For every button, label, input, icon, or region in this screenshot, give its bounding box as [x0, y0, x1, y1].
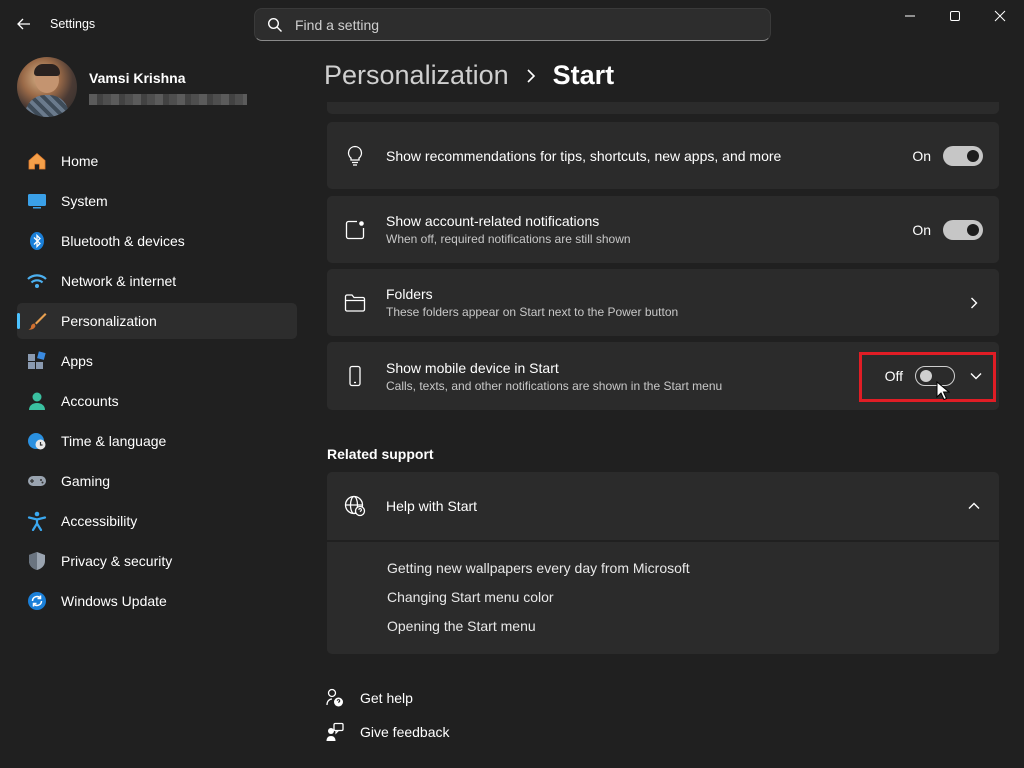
setting-title: Show account-related notifications — [386, 213, 600, 229]
sidebar-item-label: Gaming — [61, 473, 111, 489]
sidebar-item-network[interactable]: Network & internet — [17, 263, 297, 299]
sidebar-item-bluetooth[interactable]: Bluetooth & devices — [17, 223, 297, 259]
sidebar-item-label: Apps — [61, 353, 93, 369]
shield-icon — [27, 551, 47, 571]
sidebar-item-accessibility[interactable]: Accessibility — [17, 503, 297, 539]
help-links-panel: Getting new wallpapers every day from Mi… — [327, 542, 999, 654]
avatar — [17, 57, 77, 117]
sidebar-item-gaming[interactable]: Gaming — [17, 463, 297, 499]
sidebar-item-label: Accessibility — [61, 513, 138, 529]
page-title: Start — [552, 60, 615, 90]
accessibility-icon — [27, 511, 47, 531]
phone-icon — [344, 365, 366, 387]
setting-title: Show recommendations for tips, shortcuts… — [386, 147, 782, 164]
sidebar-item-time-language[interactable]: Time & language — [17, 423, 297, 459]
get-help-link[interactable]: Get help — [326, 688, 413, 708]
app-title: Settings — [50, 17, 96, 31]
recommendations-toggle[interactable] — [943, 145, 983, 166]
sidebar-item-label: Personalization — [61, 313, 157, 329]
section-title: Related support — [327, 446, 434, 462]
setting-description: These folders appear on Start next to th… — [386, 305, 679, 319]
setting-folders[interactable]: Folders These folders appear on Start ne… — [327, 269, 999, 336]
update-icon — [27, 591, 47, 611]
setting-description: When off, required notifications are sti… — [386, 232, 631, 246]
toggle-state-label: On — [912, 147, 931, 164]
globe-clock-icon — [27, 431, 47, 451]
folder-icon — [344, 292, 366, 314]
close-button[interactable] — [977, 0, 1023, 32]
apps-icon — [27, 351, 47, 371]
feedback-icon — [326, 722, 344, 741]
help-link[interactable]: Changing Start menu color — [387, 589, 999, 618]
lightbulb-icon — [344, 145, 366, 167]
give-feedback-label: Give feedback — [360, 724, 450, 740]
sidebar-item-label: Bluetooth & devices — [61, 233, 185, 249]
maximize-icon — [950, 11, 960, 21]
sidebar-item-system[interactable]: System — [17, 183, 297, 219]
setting-title: Folders — [386, 286, 433, 302]
wifi-icon — [27, 271, 47, 291]
mouse-cursor-icon — [936, 381, 950, 401]
globe-help-icon — [344, 495, 366, 517]
brush-icon — [27, 311, 47, 331]
back-arrow-icon — [17, 18, 30, 30]
notification-icon — [344, 219, 366, 241]
chevron-right-icon — [971, 297, 978, 308]
sidebar-item-apps[interactable]: Apps — [17, 343, 297, 379]
sidebar-item-label: Privacy & security — [61, 553, 173, 569]
breadcrumb-parent[interactable]: Personalization — [324, 60, 509, 91]
get-help-label: Get help — [360, 690, 413, 706]
person-icon — [27, 391, 47, 411]
chevron-up-icon — [968, 502, 980, 509]
sidebar-item-label: Accounts — [61, 393, 119, 409]
bluetooth-icon — [27, 231, 47, 251]
minimize-button[interactable] — [887, 0, 933, 32]
sidebar-item-label: System — [61, 193, 108, 209]
search-input[interactable] — [295, 16, 735, 33]
chevron-down-icon[interactable] — [969, 371, 983, 381]
minimize-icon — [905, 15, 915, 17]
close-icon — [994, 10, 1006, 22]
search-box[interactable] — [254, 8, 771, 41]
account-notifications-toggle[interactable] — [943, 219, 983, 240]
sidebar-item-privacy[interactable]: Privacy & security — [17, 543, 297, 579]
settings-card-partial — [327, 102, 999, 114]
chevron-right-icon — [525, 68, 537, 83]
sidebar-item-label: Time & language — [61, 433, 167, 449]
help-with-start-expander[interactable]: Help with Start — [327, 472, 999, 540]
toggle-state-label: On — [912, 221, 931, 238]
setting-account-notifications: Show account-related notifications When … — [327, 196, 999, 263]
sidebar-item-label: Network & internet — [61, 273, 177, 289]
back-button[interactable] — [12, 12, 36, 36]
get-help-icon — [326, 688, 343, 707]
sidebar-item-home[interactable]: Home — [17, 143, 297, 179]
profile-email-redacted — [89, 93, 247, 105]
setting-mobile-device: Show mobile device in Start Calls, texts… — [327, 342, 999, 410]
sidebar-item-accounts[interactable]: Accounts — [17, 383, 297, 419]
sidebar-item-label: Windows Update — [61, 593, 167, 609]
help-title: Help with Start — [386, 498, 478, 514]
profile-name: Vamsi Krishna — [89, 69, 186, 86]
home-icon — [27, 151, 47, 171]
toggle-state-label: Off — [884, 368, 903, 384]
setting-recommendations: Show recommendations for tips, shortcuts… — [327, 122, 999, 189]
sidebar-item-windows-update[interactable]: Windows Update — [17, 583, 297, 619]
user-profile[interactable]: Vamsi Krishna — [17, 57, 247, 117]
give-feedback-link[interactable]: Give feedback — [326, 722, 450, 742]
help-link[interactable]: Getting new wallpapers every day from Mi… — [387, 560, 999, 589]
help-link[interactable]: Opening the Start menu — [387, 618, 999, 647]
gamepad-icon — [27, 471, 47, 491]
sidebar-item-personalization[interactable]: Personalization — [17, 303, 297, 339]
setting-title: Show mobile device in Start — [386, 359, 559, 376]
sidebar-nav: Home System Bluetooth & devices Network … — [17, 143, 297, 623]
monitor-icon — [27, 191, 47, 211]
sidebar-item-label: Home — [61, 153, 99, 169]
setting-description: Calls, texts, and other notifications ar… — [386, 378, 723, 393]
title-bar: Settings — [0, 0, 1024, 48]
maximize-button[interactable] — [932, 0, 978, 32]
search-icon — [267, 17, 282, 32]
breadcrumb: Personalization Start — [324, 60, 614, 91]
